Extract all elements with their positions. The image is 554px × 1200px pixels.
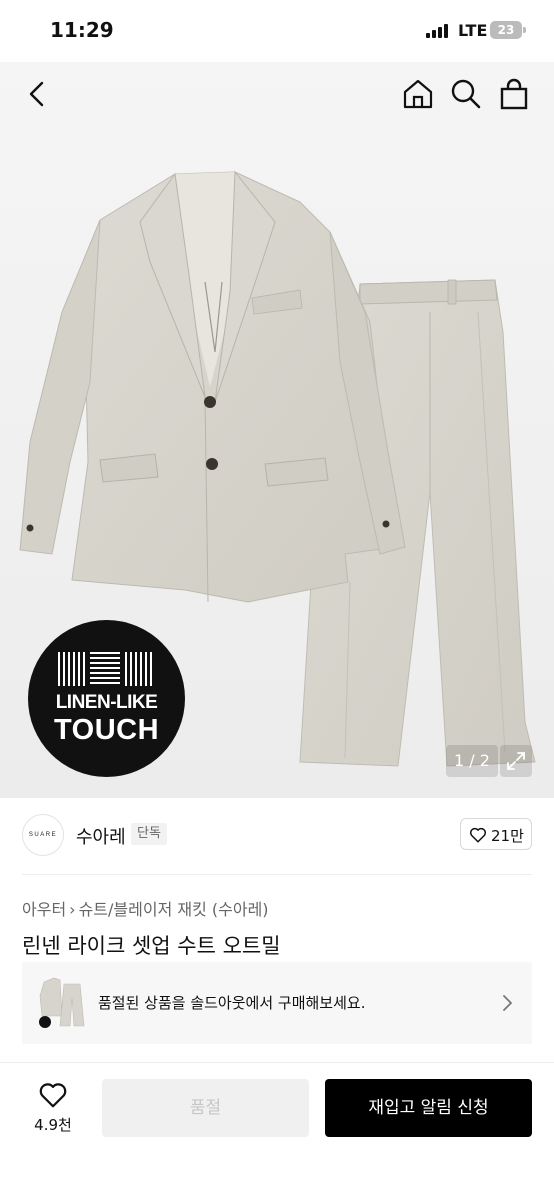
brand-name[interactable]: 수아레	[76, 823, 126, 849]
stripes-icon	[58, 652, 152, 686]
soldout-banner-text: 품절된 상품을 솔드아웃에서 구매해보세요.	[98, 994, 366, 1012]
status-time: 11:29	[50, 18, 114, 42]
soldout-button[interactable]: 품절	[102, 1079, 309, 1137]
search-icon[interactable]	[448, 76, 484, 112]
divider	[22, 874, 532, 875]
heart-icon	[469, 827, 487, 843]
bottom-bar-divider	[0, 1062, 554, 1063]
soldout-banner[interactable]: 품절된 상품을 솔드아웃에서 구매해보세요.	[22, 962, 532, 1044]
linen-like-touch-badge: LINEN-LIKE TOUCH	[28, 620, 185, 777]
product-title: 린넨 라이크 셋업 수트 오트밀	[22, 934, 281, 958]
chevron-right-icon	[503, 995, 512, 1011]
brand-row: SUARE 수아레 단독 21만	[0, 798, 554, 874]
product-image-gallery[interactable]: LINEN-LIKE TOUCH 1 / 2	[0, 62, 554, 798]
wishlist-button[interactable]: 4.9천	[22, 1080, 84, 1136]
breadcrumb-category-1[interactable]: 아우터	[22, 900, 66, 919]
back-icon[interactable]	[20, 76, 56, 112]
wishlist-count: 4.9천	[34, 1116, 72, 1134]
breadcrumb: 아우터 › 슈트/블레이저 재킷 (수아레)	[22, 896, 269, 920]
home-icon[interactable]	[400, 76, 436, 112]
network-label: LTE	[458, 21, 488, 40]
exclusive-badge: 단독	[131, 823, 167, 845]
home-indicator	[0, 1162, 554, 1200]
expand-icon	[507, 752, 525, 770]
badge-line-2: TOUCH	[53, 714, 160, 746]
breadcrumb-category-2[interactable]: 슈트/블레이저 재킷 (수아레)	[79, 900, 269, 919]
brand-like-button[interactable]: 21만	[460, 818, 532, 850]
brand-like-count: 21만	[491, 827, 524, 845]
image-pager: 1 / 2	[446, 745, 498, 777]
signal-icon	[426, 24, 452, 38]
shopping-bag-icon[interactable]	[496, 76, 532, 112]
restock-alert-button[interactable]: 재입고 알림 신청	[325, 1079, 532, 1137]
status-bar: 11:29 LTE 23	[0, 0, 554, 62]
badge-line-1: LINEN-LIKE	[55, 692, 158, 713]
chevron-right-icon: ›	[69, 900, 76, 919]
expand-image-button[interactable]	[500, 745, 532, 777]
brand-logo[interactable]: SUARE	[22, 814, 64, 856]
battery-icon: 23	[490, 21, 526, 39]
soldout-thumbnail	[39, 977, 85, 1028]
heart-icon	[39, 1083, 67, 1108]
